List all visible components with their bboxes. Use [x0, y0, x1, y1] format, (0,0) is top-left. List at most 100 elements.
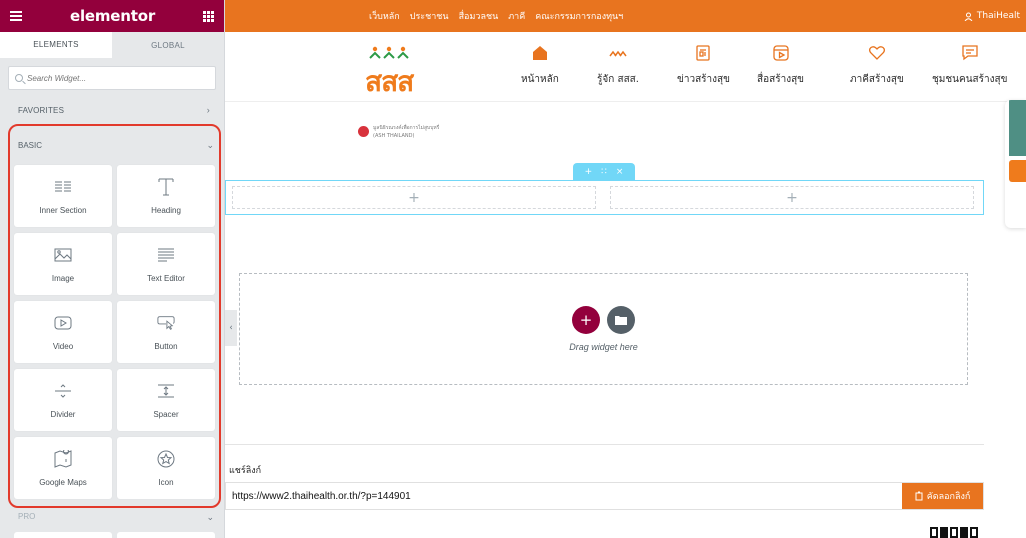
site-main-nav: สสส หน้าหลัก รู้จัก สสส. ข่าวสร้างสุข สื…: [225, 32, 1026, 102]
widget-label: Button: [154, 341, 178, 351]
chevron-down-icon: ⌄: [206, 512, 214, 522]
chevron-down-icon: ⌄: [206, 140, 214, 150]
widget-heading[interactable]: Heading: [117, 165, 215, 227]
topbar-link[interactable]: เว็บหลัก: [369, 9, 400, 23]
button-icon: [157, 314, 175, 332]
copy-icon: [915, 491, 923, 501]
menu-item-news[interactable]: ข่าวสร้างสุข: [677, 44, 730, 87]
widget-google-maps[interactable]: Google Maps: [14, 437, 112, 499]
pro-widget-card[interactable]: [14, 532, 112, 538]
favorites-label: FAVORITES: [18, 105, 65, 115]
menu-item-label: รู้จัก สสส.: [597, 74, 639, 85]
widget-video[interactable]: Video: [14, 301, 112, 363]
star-icon: [157, 450, 175, 468]
add-template-button[interactable]: [607, 306, 635, 334]
chevron-right-icon: ›: [206, 105, 210, 115]
widget-spacer[interactable]: Spacer: [117, 369, 215, 431]
widget-label: Text Editor: [147, 273, 185, 283]
menu-item-community[interactable]: ชุมชนคนสร้างสุข: [932, 44, 1007, 87]
widget-text-editor[interactable]: Text Editor: [117, 233, 215, 295]
widget-label: Google Maps: [39, 477, 87, 487]
hamburger-menu-icon[interactable]: [10, 11, 22, 21]
widget-label: Divider: [50, 409, 76, 419]
widget-grid: Inner Section Heading Image Text Editor …: [14, 165, 217, 499]
editor-screen: elementor ELEMENTS GLOBAL FAVORITES › BA…: [0, 0, 1026, 538]
empty-column[interactable]: +: [232, 186, 596, 209]
promo-button[interactable]: [1009, 160, 1026, 182]
content-divider: [225, 444, 984, 445]
text-editor-icon: [157, 246, 175, 264]
collapse-panel-handle[interactable]: ‹: [225, 310, 237, 346]
widget-label: Image: [51, 273, 75, 283]
selected-section[interactable]: + +: [225, 180, 984, 215]
pro-widget-cards: [14, 532, 217, 538]
widget-image[interactable]: Image: [14, 233, 112, 295]
category-basic[interactable]: BASIC ⌄: [18, 140, 214, 151]
menu-item-label: ข่าวสร้างสุข: [677, 74, 730, 85]
widget-button[interactable]: Button: [117, 301, 215, 363]
add-section-icon[interactable]: +: [585, 167, 593, 177]
widget-label: Inner Section: [39, 205, 87, 215]
widget-label: Video: [52, 341, 74, 351]
drag-handle-icon[interactable]: ∷: [601, 167, 607, 177]
ash-thailand-logo: มูลนิธิรณรงค์เพื่อการไม่สูบบุหรี่ (ASH T…: [358, 124, 439, 139]
delete-section-icon[interactable]: ×: [616, 167, 624, 177]
menu-item-about[interactable]: รู้จัก สสส.: [597, 44, 639, 87]
media-icon: [772, 45, 789, 61]
topbar-link[interactable]: ประชาชน: [410, 9, 449, 23]
chevron-left-icon: ‹: [229, 323, 233, 333]
add-widget-icon[interactable]: +: [408, 190, 420, 206]
heading-icon: [157, 178, 175, 196]
add-section-dropzone[interactable]: + Drag widget here: [239, 273, 968, 385]
home-icon: [532, 46, 547, 60]
folder-icon: [615, 316, 627, 325]
widget-divider[interactable]: Divider: [14, 369, 112, 431]
copy-link-button[interactable]: คัดลอกลิงก์: [902, 483, 983, 509]
tab-global[interactable]: GLOBAL: [112, 32, 224, 58]
qr-code: [930, 527, 978, 538]
category-favorites[interactable]: FAVORITES ›: [0, 100, 224, 120]
basic-label: BASIC: [18, 141, 43, 150]
apps-grid-icon[interactable]: [202, 10, 214, 22]
widget-icon[interactable]: Icon: [117, 437, 215, 499]
site-topbar: เว็บหลัก ประชาชน สื่อมวลชน ภาคี คณะกรรมก…: [225, 0, 1026, 32]
pro-widget-card[interactable]: [117, 532, 215, 538]
search-input[interactable]: [27, 73, 207, 83]
panel-tabs: ELEMENTS GLOBAL: [0, 32, 224, 58]
google-maps-icon: [54, 449, 72, 468]
menu-item-label: ชุมชนคนสร้างสุข: [932, 74, 1008, 85]
promo-image: [1009, 100, 1026, 156]
menu-item-label: สื่อสร้างสุข: [757, 74, 805, 85]
widget-search: [8, 66, 216, 90]
widget-label: Heading: [151, 205, 181, 215]
side-promo-widget[interactable]: [1005, 100, 1026, 228]
user-label: ThaiHealt: [976, 11, 1020, 21]
add-widget-icon[interactable]: +: [786, 190, 798, 206]
add-new-section-button[interactable]: +: [572, 306, 600, 334]
panel-header: elementor: [0, 0, 224, 32]
site-logo[interactable]: สสส: [365, 44, 445, 98]
ash-logo-line2: (ASH THAILAND): [373, 133, 415, 139]
topbar-link[interactable]: สื่อมวลชน: [459, 9, 499, 23]
widget-inner-section[interactable]: Inner Section: [14, 165, 112, 227]
category-pro[interactable]: PRO ⌄: [18, 512, 214, 523]
heart-icon: [868, 46, 885, 60]
topbar-link[interactable]: คณะกรรมการกองทุนฯ: [535, 9, 623, 23]
logo-mark-icon: [609, 50, 627, 57]
logo-text: สสส: [365, 65, 414, 98]
copy-link-label: คัดลอกลิงก์: [926, 492, 971, 502]
menu-item-home[interactable]: หน้าหลัก: [521, 44, 559, 87]
tab-elements[interactable]: ELEMENTS: [0, 32, 112, 58]
topbar-link[interactable]: ภาคี: [508, 9, 525, 23]
empty-column[interactable]: +: [610, 186, 974, 209]
news-icon: [696, 45, 711, 61]
menu-item-partners[interactable]: ภาคีสร้างสุข: [850, 44, 904, 87]
menu-item-media[interactable]: สื่อสร้างสุข: [757, 44, 804, 87]
section-handle[interactable]: + ∷ ×: [573, 163, 635, 180]
share-url[interactable]: https://www2.thaihealth.or.th/?p=144901: [226, 491, 902, 502]
user-menu[interactable]: ThaiHealt: [964, 11, 1020, 21]
dropzone-text: Drag widget here: [569, 342, 638, 352]
image-icon: [54, 246, 72, 264]
menu-item-label: หน้าหลัก: [521, 74, 559, 85]
spacer-icon: [157, 382, 175, 400]
